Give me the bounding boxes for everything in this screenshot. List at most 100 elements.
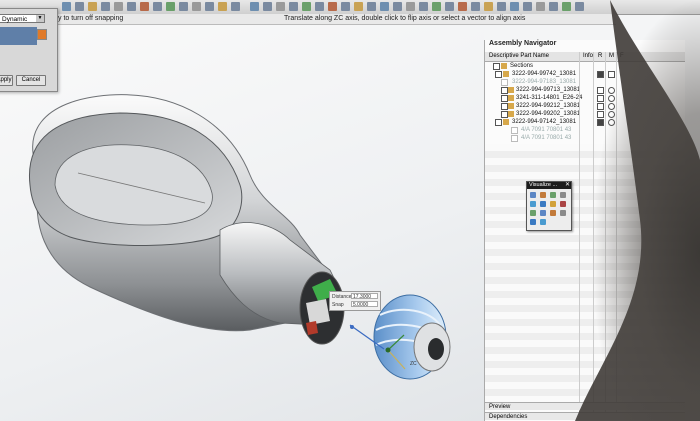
toolbar-icon[interactable] bbox=[510, 2, 519, 11]
col-f[interactable]: F bbox=[620, 52, 624, 61]
toolbar-icon[interactable] bbox=[179, 2, 188, 11]
toolbar-icon[interactable] bbox=[523, 2, 532, 11]
toolbar-icon[interactable] bbox=[140, 2, 149, 11]
distance-input-box[interactable]: Distance 17.3000 Snap 5.0000 bbox=[329, 291, 381, 311]
toolbar-icon[interactable] bbox=[62, 2, 71, 11]
status-checkbox[interactable] bbox=[597, 111, 604, 118]
toolbar-icon[interactable] bbox=[192, 2, 201, 11]
toolbar-icon[interactable] bbox=[419, 2, 428, 11]
column-divider[interactable] bbox=[616, 52, 617, 412]
checkbox[interactable] bbox=[511, 135, 518, 142]
close-icon[interactable]: ✕ bbox=[565, 182, 570, 189]
checkbox[interactable] bbox=[495, 71, 502, 78]
toolbar-icon[interactable] bbox=[575, 2, 584, 11]
edit-icon[interactable] bbox=[608, 71, 615, 78]
tree-row[interactable]: Sections bbox=[485, 62, 685, 70]
toolbar-icon[interactable] bbox=[218, 2, 227, 11]
column-divider[interactable] bbox=[593, 52, 594, 412]
background-icon[interactable] bbox=[540, 219, 546, 225]
info-icon[interactable] bbox=[597, 119, 604, 126]
perspective-icon[interactable] bbox=[530, 219, 536, 225]
status-circle[interactable] bbox=[608, 111, 615, 118]
toolbar-icon[interactable] bbox=[497, 2, 506, 11]
toolbar-icon[interactable] bbox=[250, 2, 259, 11]
toolbar-icon[interactable] bbox=[289, 2, 298, 11]
toolbar-icon[interactable] bbox=[302, 2, 311, 11]
view-icon[interactable] bbox=[550, 210, 556, 216]
toolbar-icon[interactable] bbox=[315, 2, 324, 11]
toolbar-icon[interactable] bbox=[101, 2, 110, 11]
col-descriptive-part-name[interactable]: Descriptive Part Name bbox=[489, 52, 549, 61]
toolbar-icon[interactable] bbox=[354, 2, 363, 11]
toolbar-icon[interactable] bbox=[114, 2, 123, 11]
toolbar-icon[interactable] bbox=[276, 2, 285, 11]
col-info[interactable]: Info bbox=[583, 52, 593, 61]
status-checkbox[interactable] bbox=[597, 87, 604, 94]
status-circle[interactable] bbox=[608, 87, 615, 94]
toolbar-icon[interactable] bbox=[166, 2, 175, 11]
preview-section[interactable]: Preview bbox=[485, 402, 685, 410]
toolbar-icon[interactable] bbox=[445, 2, 454, 11]
analysis-icon[interactable] bbox=[550, 201, 556, 207]
tree-row[interactable]: 3222-994-99713_13081 bbox=[485, 86, 685, 94]
wireframe-icon[interactable] bbox=[530, 192, 536, 198]
partial-icon[interactable] bbox=[560, 201, 566, 207]
face-icon[interactable] bbox=[540, 201, 546, 207]
toolbar-icon[interactable] bbox=[231, 2, 240, 11]
zoom-icon[interactable] bbox=[560, 210, 566, 216]
toolbar-icon[interactable] bbox=[153, 2, 162, 11]
tree-row[interactable]: 3222-994-97142_13081 bbox=[485, 118, 685, 126]
info-icon[interactable] bbox=[597, 71, 604, 78]
toolbar-icon[interactable] bbox=[367, 2, 376, 11]
toolbar-icon[interactable] bbox=[406, 2, 415, 11]
col-r[interactable]: R bbox=[598, 52, 602, 61]
checkbox[interactable] bbox=[501, 95, 508, 102]
tree-row[interactable]: 3222-994-99742_13081 bbox=[485, 70, 685, 78]
shaded-icon[interactable] bbox=[540, 192, 546, 198]
toolbar-icon[interactable] bbox=[341, 2, 350, 11]
snap-field[interactable]: 5.0000 bbox=[351, 301, 378, 308]
toolbar-icon[interactable] bbox=[75, 2, 84, 11]
tree-row[interactable]: 3222-994-97183_13081 bbox=[485, 78, 685, 86]
col-m[interactable]: M bbox=[609, 52, 614, 61]
apply-button[interactable]: Apply bbox=[0, 75, 13, 86]
toolbar-icon[interactable] bbox=[458, 2, 467, 11]
checkbox[interactable] bbox=[501, 79, 508, 86]
tree-row[interactable]: 3241-311-14801_E26-24 bbox=[485, 94, 685, 102]
tree-row[interactable]: 4/A 7091 70801 43 bbox=[485, 126, 685, 134]
toolbar-icon[interactable] bbox=[536, 2, 545, 11]
toolbar-icon[interactable] bbox=[393, 2, 402, 11]
toolbar-icon[interactable] bbox=[127, 2, 136, 11]
status-circle[interactable] bbox=[608, 95, 615, 102]
tree-row[interactable]: 3222-994-99202_13081 bbox=[485, 110, 685, 118]
distance-field[interactable]: 17.3000 bbox=[351, 293, 378, 300]
lines-icon[interactable] bbox=[540, 210, 546, 216]
checkbox[interactable] bbox=[495, 119, 502, 126]
light-icon[interactable] bbox=[530, 210, 536, 216]
checkbox[interactable] bbox=[501, 103, 508, 110]
toolbar-icon[interactable] bbox=[328, 2, 337, 11]
toolbar-icon[interactable] bbox=[205, 2, 214, 11]
column-divider[interactable] bbox=[579, 52, 580, 412]
column-divider[interactable] bbox=[605, 52, 606, 412]
checkbox[interactable] bbox=[501, 111, 508, 118]
toolbar-icon[interactable] bbox=[471, 2, 480, 11]
cancel-button[interactable]: Cancel bbox=[16, 75, 46, 86]
status-checkbox[interactable] bbox=[597, 95, 604, 102]
hidden-icon[interactable] bbox=[560, 192, 566, 198]
checkbox[interactable] bbox=[493, 63, 500, 70]
toolbar-icon[interactable] bbox=[263, 2, 272, 11]
tree-row[interactable]: 4/A 7091 70801 43 bbox=[485, 134, 685, 142]
toolbar-icon[interactable] bbox=[380, 2, 389, 11]
mode-select[interactable]: Dynamic ▼ bbox=[0, 14, 45, 23]
chevron-down-icon[interactable]: ▼ bbox=[36, 15, 44, 22]
checkbox[interactable] bbox=[501, 87, 508, 94]
toolbar-icon[interactable] bbox=[549, 2, 558, 11]
status-circle[interactable] bbox=[608, 119, 615, 126]
status-circle[interactable] bbox=[608, 103, 615, 110]
studio-icon[interactable] bbox=[530, 201, 536, 207]
toolbar-icon[interactable] bbox=[484, 2, 493, 11]
edges-icon[interactable] bbox=[550, 192, 556, 198]
toolbar-icon[interactable] bbox=[88, 2, 97, 11]
dependencies-section[interactable]: Dependencies bbox=[485, 412, 685, 420]
